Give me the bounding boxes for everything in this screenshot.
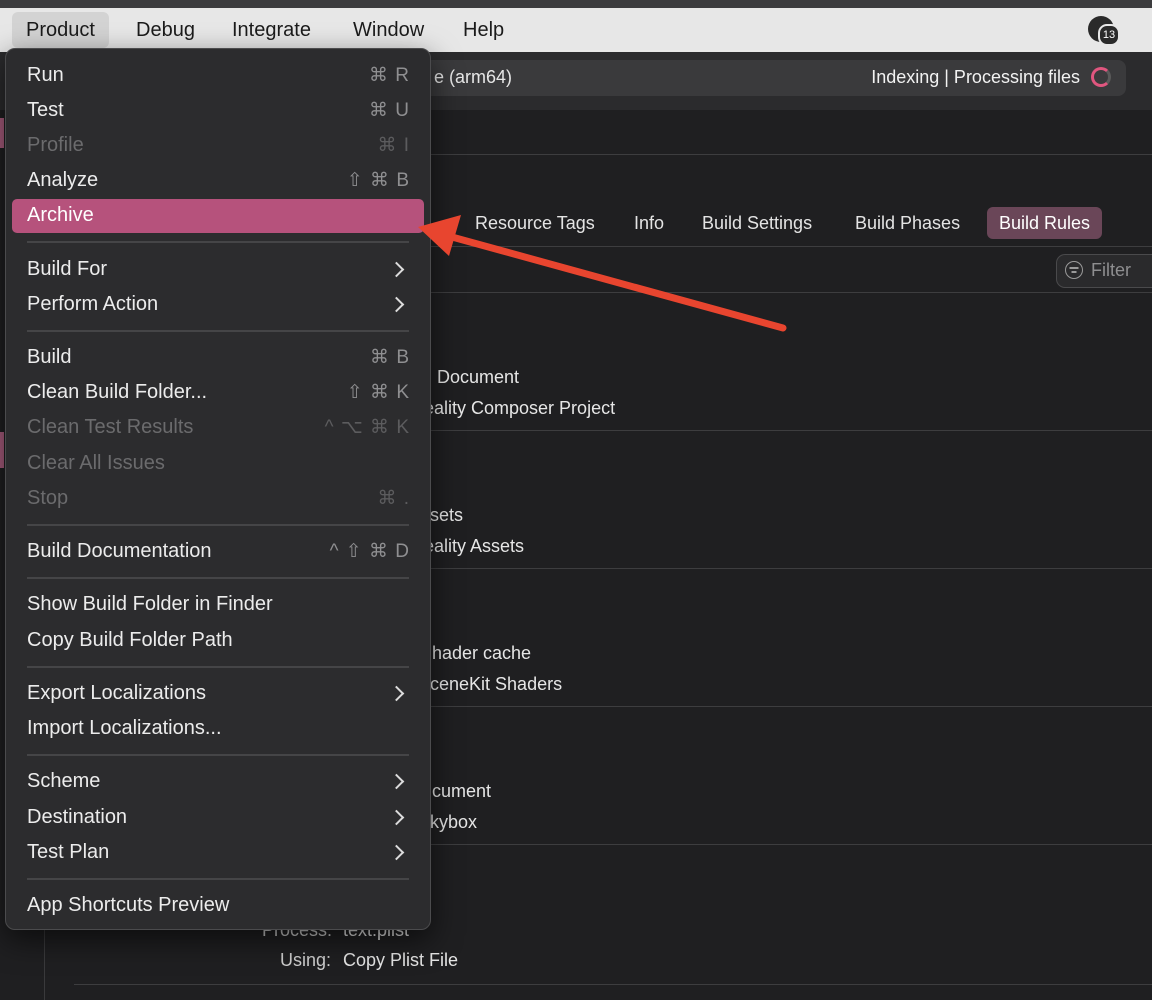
annotation-arrow-icon [418,215,787,332]
